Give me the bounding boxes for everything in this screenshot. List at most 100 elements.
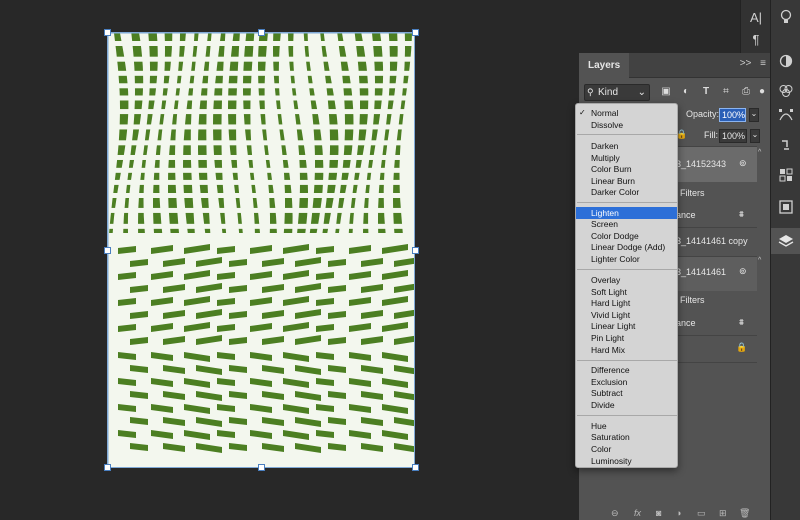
blend-mode-option[interactable]: Linear Light bbox=[576, 320, 677, 332]
blend-mode-option[interactable]: Screen bbox=[576, 218, 677, 230]
type-filter-icon[interactable]: T bbox=[700, 86, 712, 98]
blend-mode-option[interactable]: Darker Color bbox=[576, 186, 677, 198]
pattern-gap bbox=[108, 124, 414, 130]
pattern-gap bbox=[108, 140, 414, 146]
pattern-gap bbox=[108, 154, 414, 160]
tab-layers[interactable]: Layers bbox=[579, 53, 630, 78]
transform-handle[interactable] bbox=[258, 29, 265, 36]
blend-mode-option[interactable]: Linear Dodge (Add) bbox=[576, 241, 677, 253]
fill-input[interactable]: 100% bbox=[719, 129, 747, 143]
kind-filter-select[interactable]: ⚲ Kind ⌄ bbox=[584, 84, 650, 101]
blend-mode-option[interactable]: Subtract bbox=[576, 387, 677, 399]
blend-mode-option[interactable]: Overlay bbox=[576, 274, 677, 286]
search-icon: ⚲ bbox=[587, 87, 594, 97]
opacity-row: Opacity: 100% ⌄ bbox=[674, 108, 770, 124]
menu-separator bbox=[577, 269, 678, 270]
adjustment-filter-icon[interactable]: ◐ bbox=[680, 86, 692, 98]
layer-name: 3_14141461 bbox=[676, 267, 727, 277]
scroll-up-arrow[interactable]: ^ bbox=[758, 257, 761, 264]
opacity-label: Opacity: bbox=[686, 109, 720, 119]
history-icon[interactable] bbox=[771, 134, 800, 156]
transform-handle[interactable] bbox=[104, 247, 111, 254]
transform-handle[interactable] bbox=[412, 464, 419, 471]
blend-mode-option[interactable]: Luminosity bbox=[576, 455, 677, 467]
blend-mode-option[interactable]: Color bbox=[576, 443, 677, 455]
filter-name: ance bbox=[676, 318, 696, 328]
transform-handle[interactable] bbox=[258, 464, 265, 471]
collapse-icon[interactable]: >> bbox=[740, 58, 752, 69]
chevron-down-icon: ⌄ bbox=[637, 87, 646, 98]
lightbulb-icon[interactable] bbox=[771, 6, 800, 28]
filter-name: ance bbox=[676, 210, 696, 220]
transform-handle[interactable] bbox=[104, 464, 111, 471]
adjustments-icon[interactable] bbox=[771, 50, 800, 72]
paths-icon[interactable] bbox=[771, 104, 800, 126]
panel-dock-strip-right bbox=[770, 0, 800, 520]
pattern-gap bbox=[108, 70, 414, 76]
transform-handle[interactable] bbox=[412, 247, 419, 254]
shape-filter-icon[interactable]: ⌗ bbox=[720, 86, 732, 98]
chevron-down-icon[interactable]: ⌄ bbox=[749, 108, 759, 122]
pattern-gap bbox=[108, 109, 414, 115]
transform-handle[interactable] bbox=[104, 29, 111, 36]
swatches-icon[interactable] bbox=[771, 196, 800, 218]
blend-mode-option[interactable]: Difference bbox=[576, 364, 677, 376]
menu-separator bbox=[577, 415, 678, 416]
layer-name: 3_14141461 copy bbox=[676, 236, 748, 246]
blend-mode-option[interactable]: Hard Mix bbox=[576, 344, 677, 356]
channels-icon[interactable] bbox=[771, 80, 800, 102]
menu-separator bbox=[577, 360, 678, 361]
blend-mode-dropdown-menu: ✓ Normal Dissolve Darken Multiply Color B… bbox=[575, 103, 678, 468]
blend-mode-option[interactable]: Divide bbox=[576, 399, 677, 411]
checkmark-icon: ✓ bbox=[579, 108, 586, 117]
new-adjustment-icon[interactable]: ◑ bbox=[676, 508, 681, 518]
add-mask-icon[interactable]: ◙ bbox=[656, 508, 661, 518]
pattern-gap bbox=[108, 207, 414, 213]
blend-mode-option[interactable]: Hard Light bbox=[576, 297, 677, 309]
pattern-gap bbox=[108, 179, 414, 185]
new-group-icon[interactable]: ▭ bbox=[697, 508, 706, 519]
blend-mode-option[interactable]: Pin Light bbox=[576, 332, 677, 344]
chevron-down-icon[interactable]: ⌄ bbox=[750, 129, 760, 143]
photoshop-window: A| ¶ Layers >> ≡ ⚲ Kind ⌄ ▣ ◐ T ⌗ ⎙ ● Op… bbox=[0, 0, 800, 520]
smart-object-filter-icon[interactable]: ⎙ bbox=[740, 86, 752, 98]
green-pattern-artwork bbox=[108, 33, 414, 467]
filter-options-icon[interactable]: ⩩ bbox=[739, 317, 744, 328]
panel-menu-icon[interactable]: ≡ bbox=[760, 58, 766, 69]
filter-toggle-icon[interactable]: ● bbox=[756, 86, 768, 98]
blend-mode-option[interactable]: Lighter Color bbox=[576, 253, 677, 265]
filter-options-icon[interactable]: ⩩ bbox=[739, 209, 744, 220]
blend-mode-option[interactable]: Color Burn bbox=[576, 163, 677, 175]
layers-icon[interactable] bbox=[771, 228, 800, 254]
menu-separator bbox=[577, 202, 678, 203]
blend-mode-option[interactable]: Darken bbox=[576, 140, 677, 152]
kind-label: Kind bbox=[598, 87, 619, 98]
document-canvas[interactable] bbox=[107, 32, 415, 468]
layer-style-icon[interactable]: fx bbox=[634, 508, 641, 518]
transform-handle[interactable] bbox=[412, 29, 419, 36]
paragraph-icon[interactable]: ¶ bbox=[741, 28, 771, 50]
properties-icon[interactable] bbox=[771, 164, 800, 186]
pattern-gap bbox=[108, 167, 414, 173]
pattern-gap bbox=[108, 56, 414, 62]
pattern-gap bbox=[108, 83, 414, 89]
new-layer-icon[interactable]: ⊞ bbox=[719, 508, 727, 519]
panel-footer: ⊖ fx ◙ ◑ ▭ ⊞ 🗑 bbox=[579, 508, 770, 520]
blend-mode-option[interactable]: Saturation bbox=[576, 431, 677, 443]
blend-mode-option[interactable]: Dissolve bbox=[576, 119, 677, 131]
pattern-gap bbox=[108, 193, 414, 199]
scroll-up-arrow[interactable]: ^ bbox=[758, 149, 761, 156]
opacity-input[interactable]: 100% bbox=[719, 108, 746, 122]
panel-scrollbar[interactable]: ^ ^ bbox=[757, 143, 765, 363]
pattern-gap bbox=[108, 95, 414, 101]
panel-tab-bar: Layers >> ≡ bbox=[579, 53, 770, 78]
menu-separator bbox=[577, 134, 678, 135]
delete-layer-icon[interactable]: 🗑 bbox=[739, 508, 750, 519]
link-layers-icon[interactable]: ⊖ bbox=[611, 508, 619, 519]
lock-icon: 🔒 bbox=[736, 342, 748, 352]
text-character-icon[interactable]: A| bbox=[741, 6, 771, 28]
layer-filter-row: ⚲ Kind ⌄ ▣ ◐ T ⌗ ⎙ ● bbox=[584, 84, 765, 102]
blend-mode-option[interactable]: ✓ Normal bbox=[576, 107, 677, 119]
pixel-filter-icon[interactable]: ▣ bbox=[660, 86, 672, 98]
pattern-gap bbox=[108, 41, 414, 46]
